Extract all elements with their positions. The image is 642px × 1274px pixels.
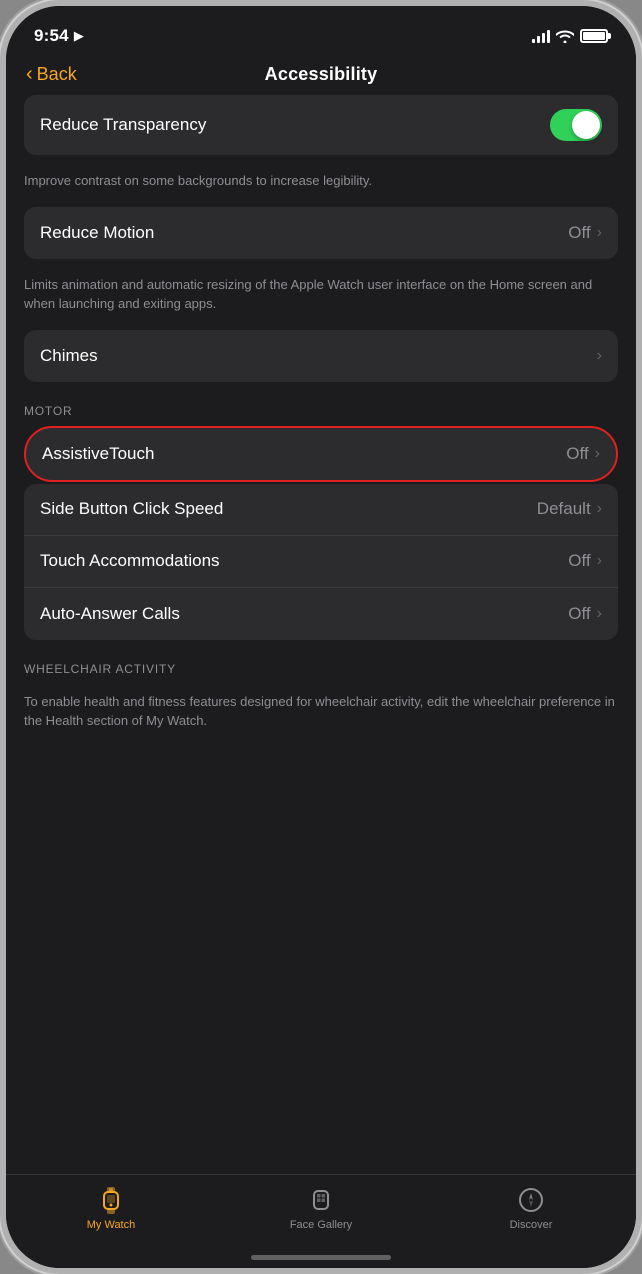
assistive-touch-cell[interactable]: AssistiveTouch Off › [24,426,618,482]
side-button-click-speed-row[interactable]: Side Button Click Speed Default › [24,484,618,536]
reduce-motion-value: Off [568,223,590,243]
chimes-label: Chimes [40,346,98,366]
volume-up-button[interactable] [0,266,2,346]
side-button-click-speed-chevron-icon: › [597,500,602,518]
touch-accommodations-value: Off [568,551,590,571]
reduce-motion-right: Off › [568,223,602,243]
notch [231,6,411,40]
face-gallery-icon [306,1185,336,1215]
touch-accommodations-chevron-icon: › [597,552,602,570]
side-button-click-speed-value: Default [537,499,591,519]
my-watch-icon [96,1185,126,1215]
reduce-transparency-label: Reduce Transparency [40,115,206,135]
face-gallery-tab-label: Face Gallery [290,1219,352,1231]
reduce-transparency-toggle[interactable] [550,109,602,141]
screen: 9:54 ▶ [6,6,636,1268]
signal-icon [532,29,550,43]
reduce-transparency-description: Improve contrast on some backgrounds to … [6,163,636,207]
touch-accommodations-label: Touch Accommodations [40,551,220,571]
assistive-touch-value: Off [566,444,588,464]
side-button-click-speed-label: Side Button Click Speed [40,499,223,519]
my-watch-tab-label: My Watch [87,1219,136,1231]
reduce-motion-row[interactable]: Reduce Motion Off › [24,207,618,259]
reduce-transparency-group: Reduce Transparency [24,95,618,155]
auto-answer-calls-label: Auto-Answer Calls [40,604,180,624]
assistive-touch-wrapper: AssistiveTouch Off › [24,426,618,482]
touch-accommodations-right: Off › [568,551,602,571]
back-label[interactable]: Back [37,64,77,85]
watch-icon-svg [97,1185,125,1215]
tab-bar: My Watch Face Gallery [6,1174,636,1268]
volume-down-button[interactable] [0,366,2,446]
back-chevron-icon: ‹ [26,63,33,86]
face-gallery-icon-svg [307,1185,335,1215]
home-indicator [251,1255,391,1260]
assistive-touch-chevron-icon: › [595,445,600,463]
battery-icon [580,29,608,43]
auto-answer-calls-chevron-icon: › [597,605,602,623]
motor-section-header: MOTOR [6,390,636,426]
reduce-motion-chevron-icon: › [597,224,602,242]
status-time: 9:54 [34,26,69,46]
reduce-transparency-toggle-area [550,109,602,141]
chimes-right: › [597,347,602,365]
assistive-touch-right: Off › [566,444,600,464]
discover-tab-label: Discover [510,1219,553,1231]
tab-my-watch[interactable]: My Watch [6,1185,216,1231]
nav-bar: ‹ Back Accessibility [6,60,636,95]
chimes-row[interactable]: Chimes › [24,330,618,382]
back-button[interactable]: ‹ Back [26,63,77,86]
wheelchair-description: To enable health and fitness features de… [6,684,636,747]
phone-frame: 9:54 ▶ [0,0,642,1274]
chimes-chevron-icon: › [597,347,602,365]
toggle-knob [572,111,600,139]
reduce-motion-label: Reduce Motion [40,223,154,243]
touch-accommodations-row[interactable]: Touch Accommodations Off › [24,536,618,588]
tab-discover[interactable]: Discover [426,1185,636,1231]
location-icon: ▶ [74,28,84,44]
auto-answer-calls-value: Off [568,604,590,624]
side-button-click-speed-right: Default › [537,499,602,519]
reduce-motion-description: Limits animation and automatic resizing … [6,267,636,330]
discover-icon-svg [517,1186,545,1214]
auto-answer-calls-row[interactable]: Auto-Answer Calls Off › [24,588,618,640]
auto-answer-calls-right: Off › [568,604,602,624]
motor-settings-group: Side Button Click Speed Default › Touch … [24,484,618,640]
page-title: Accessibility [265,64,378,85]
status-icons [532,29,608,43]
wheelchair-section-header: WHEELCHAIR ACTIVITY [6,648,636,684]
reduce-motion-group: Reduce Motion Off › [24,207,618,259]
tab-face-gallery[interactable]: Face Gallery [216,1185,426,1231]
discover-icon [516,1185,546,1215]
content-area[interactable]: Reduce Transparency Improve contrast on … [6,95,636,1174]
reduce-transparency-row[interactable]: Reduce Transparency [24,95,618,155]
chimes-group: Chimes › [24,330,618,382]
wifi-icon [556,29,574,43]
assistive-touch-row[interactable]: AssistiveTouch Off › [26,428,616,480]
assistive-touch-label: AssistiveTouch [42,444,154,464]
